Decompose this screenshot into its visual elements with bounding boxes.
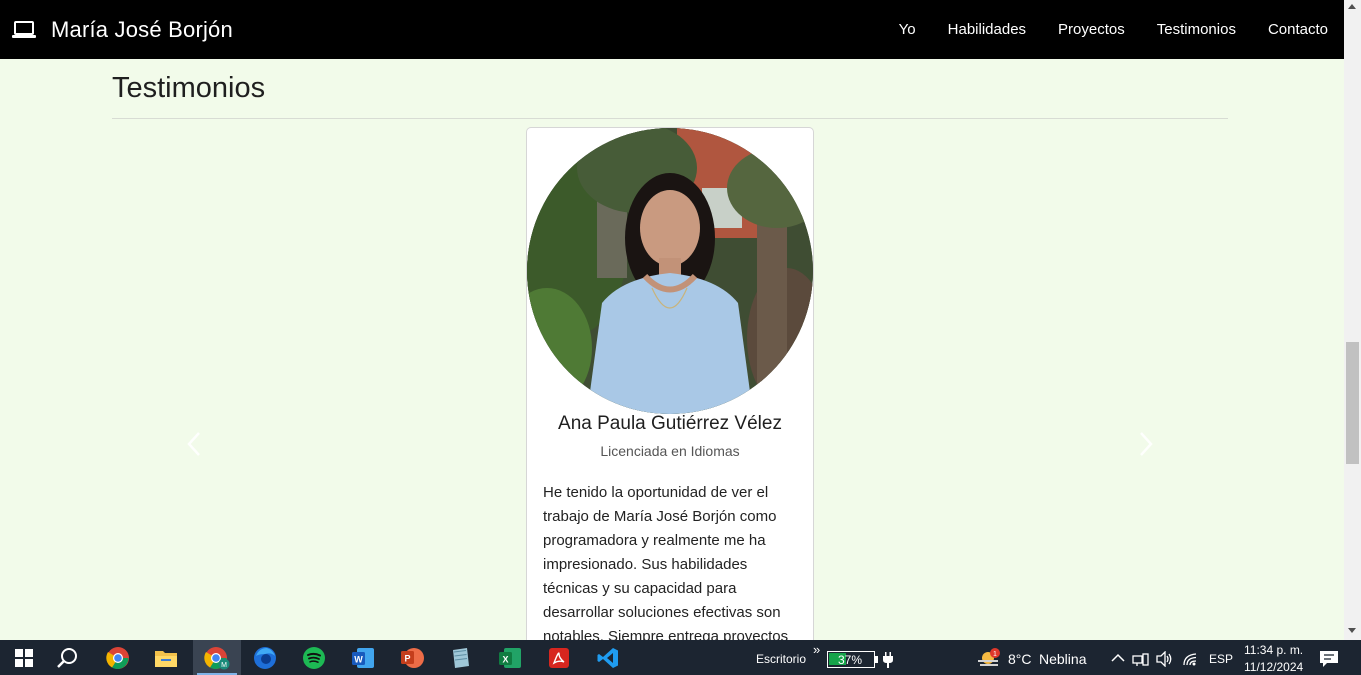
- testimonial-name: Ana Paula Gutiérrez Vélez: [558, 413, 782, 434]
- section-title: Testimonios: [112, 72, 266, 104]
- nav-links: Yo Habilidades Proyectos Testimonios Con…: [867, 0, 1328, 59]
- scroll-thumb[interactable]: [1346, 342, 1359, 464]
- weather-fog-icon[interactable]: 1: [976, 648, 1002, 670]
- chevron-left-icon: [187, 432, 200, 456]
- testimonial-role: Licenciada en Idiomas: [600, 443, 740, 459]
- search-icon[interactable]: [43, 640, 91, 675]
- svg-text:P: P: [404, 653, 410, 663]
- firefox-icon[interactable]: [241, 640, 289, 675]
- chrome-icon[interactable]: [94, 640, 142, 675]
- laptop-icon: [12, 20, 36, 39]
- clock-time[interactable]: 11:34 p. m.: [1244, 643, 1303, 657]
- carousel-next-button[interactable]: [1133, 430, 1157, 458]
- brand-link[interactable]: María José Borjón: [12, 17, 233, 43]
- start-icon[interactable]: [0, 640, 48, 675]
- nav-link-testimonios[interactable]: Testimonios: [1157, 21, 1236, 38]
- desktop-toolbar-label[interactable]: Escritorio: [756, 652, 806, 666]
- weather-description[interactable]: Neblina: [1039, 651, 1086, 667]
- network-icon[interactable]: [1132, 651, 1150, 667]
- charging-plug-icon: [883, 652, 893, 668]
- spotify-icon[interactable]: [290, 640, 338, 675]
- svg-text:W: W: [354, 654, 363, 664]
- scroll-up-arrow-icon[interactable]: [1348, 4, 1356, 9]
- weather-temp[interactable]: 8°C: [1008, 651, 1032, 667]
- svg-text:M: M: [221, 662, 227, 669]
- navbar: María José Borjón Yo Habilidades Proyect…: [0, 0, 1344, 59]
- excel-icon[interactable]: X: [486, 640, 534, 675]
- acrobat-icon[interactable]: [535, 640, 583, 675]
- chevron-up-icon[interactable]: [1111, 653, 1125, 663]
- notifications-icon[interactable]: [1319, 650, 1339, 668]
- chevron-right-icon: [1140, 432, 1153, 456]
- nav-link-contacto[interactable]: Contacto: [1268, 21, 1328, 38]
- brand-name: María José Borjón: [51, 16, 233, 42]
- svg-text:X: X: [502, 654, 508, 664]
- nav-link-yo[interactable]: Yo: [899, 21, 916, 38]
- wifi-icon[interactable]: [1182, 651, 1200, 667]
- chrome-profile-icon[interactable]: M: [193, 640, 241, 675]
- toolbar-overflow-icon[interactable]: »: [813, 642, 820, 657]
- testimonial-photo: [527, 128, 813, 414]
- battery-indicator[interactable]: 37%: [827, 651, 875, 668]
- nav-link-proyectos[interactable]: Proyectos: [1058, 21, 1125, 38]
- svg-text:1: 1: [993, 651, 997, 658]
- volume-icon[interactable]: [1156, 651, 1174, 667]
- nav-link-habilidades[interactable]: Habilidades: [948, 21, 1026, 38]
- notepad-icon[interactable]: [436, 640, 484, 675]
- vscode-icon[interactable]: [584, 640, 632, 675]
- testimonial-card: Ana Paula Gutiérrez Vélez Licenciada en …: [526, 127, 814, 667]
- word-icon[interactable]: W: [339, 640, 387, 675]
- section-divider: [112, 118, 1228, 119]
- scroll-down-arrow-icon[interactable]: [1348, 628, 1356, 633]
- battery-terminal: [875, 656, 878, 663]
- carousel-prev-button[interactable]: [183, 430, 207, 458]
- page-scrollbar[interactable]: [1344, 0, 1361, 640]
- language-indicator[interactable]: ESP: [1209, 652, 1233, 666]
- powerpoint-icon[interactable]: P: [388, 640, 436, 675]
- clock-date[interactable]: 11/12/2024: [1244, 660, 1303, 674]
- battery-percentage: 37%: [837, 653, 863, 667]
- file-explorer-icon[interactable]: [142, 640, 190, 675]
